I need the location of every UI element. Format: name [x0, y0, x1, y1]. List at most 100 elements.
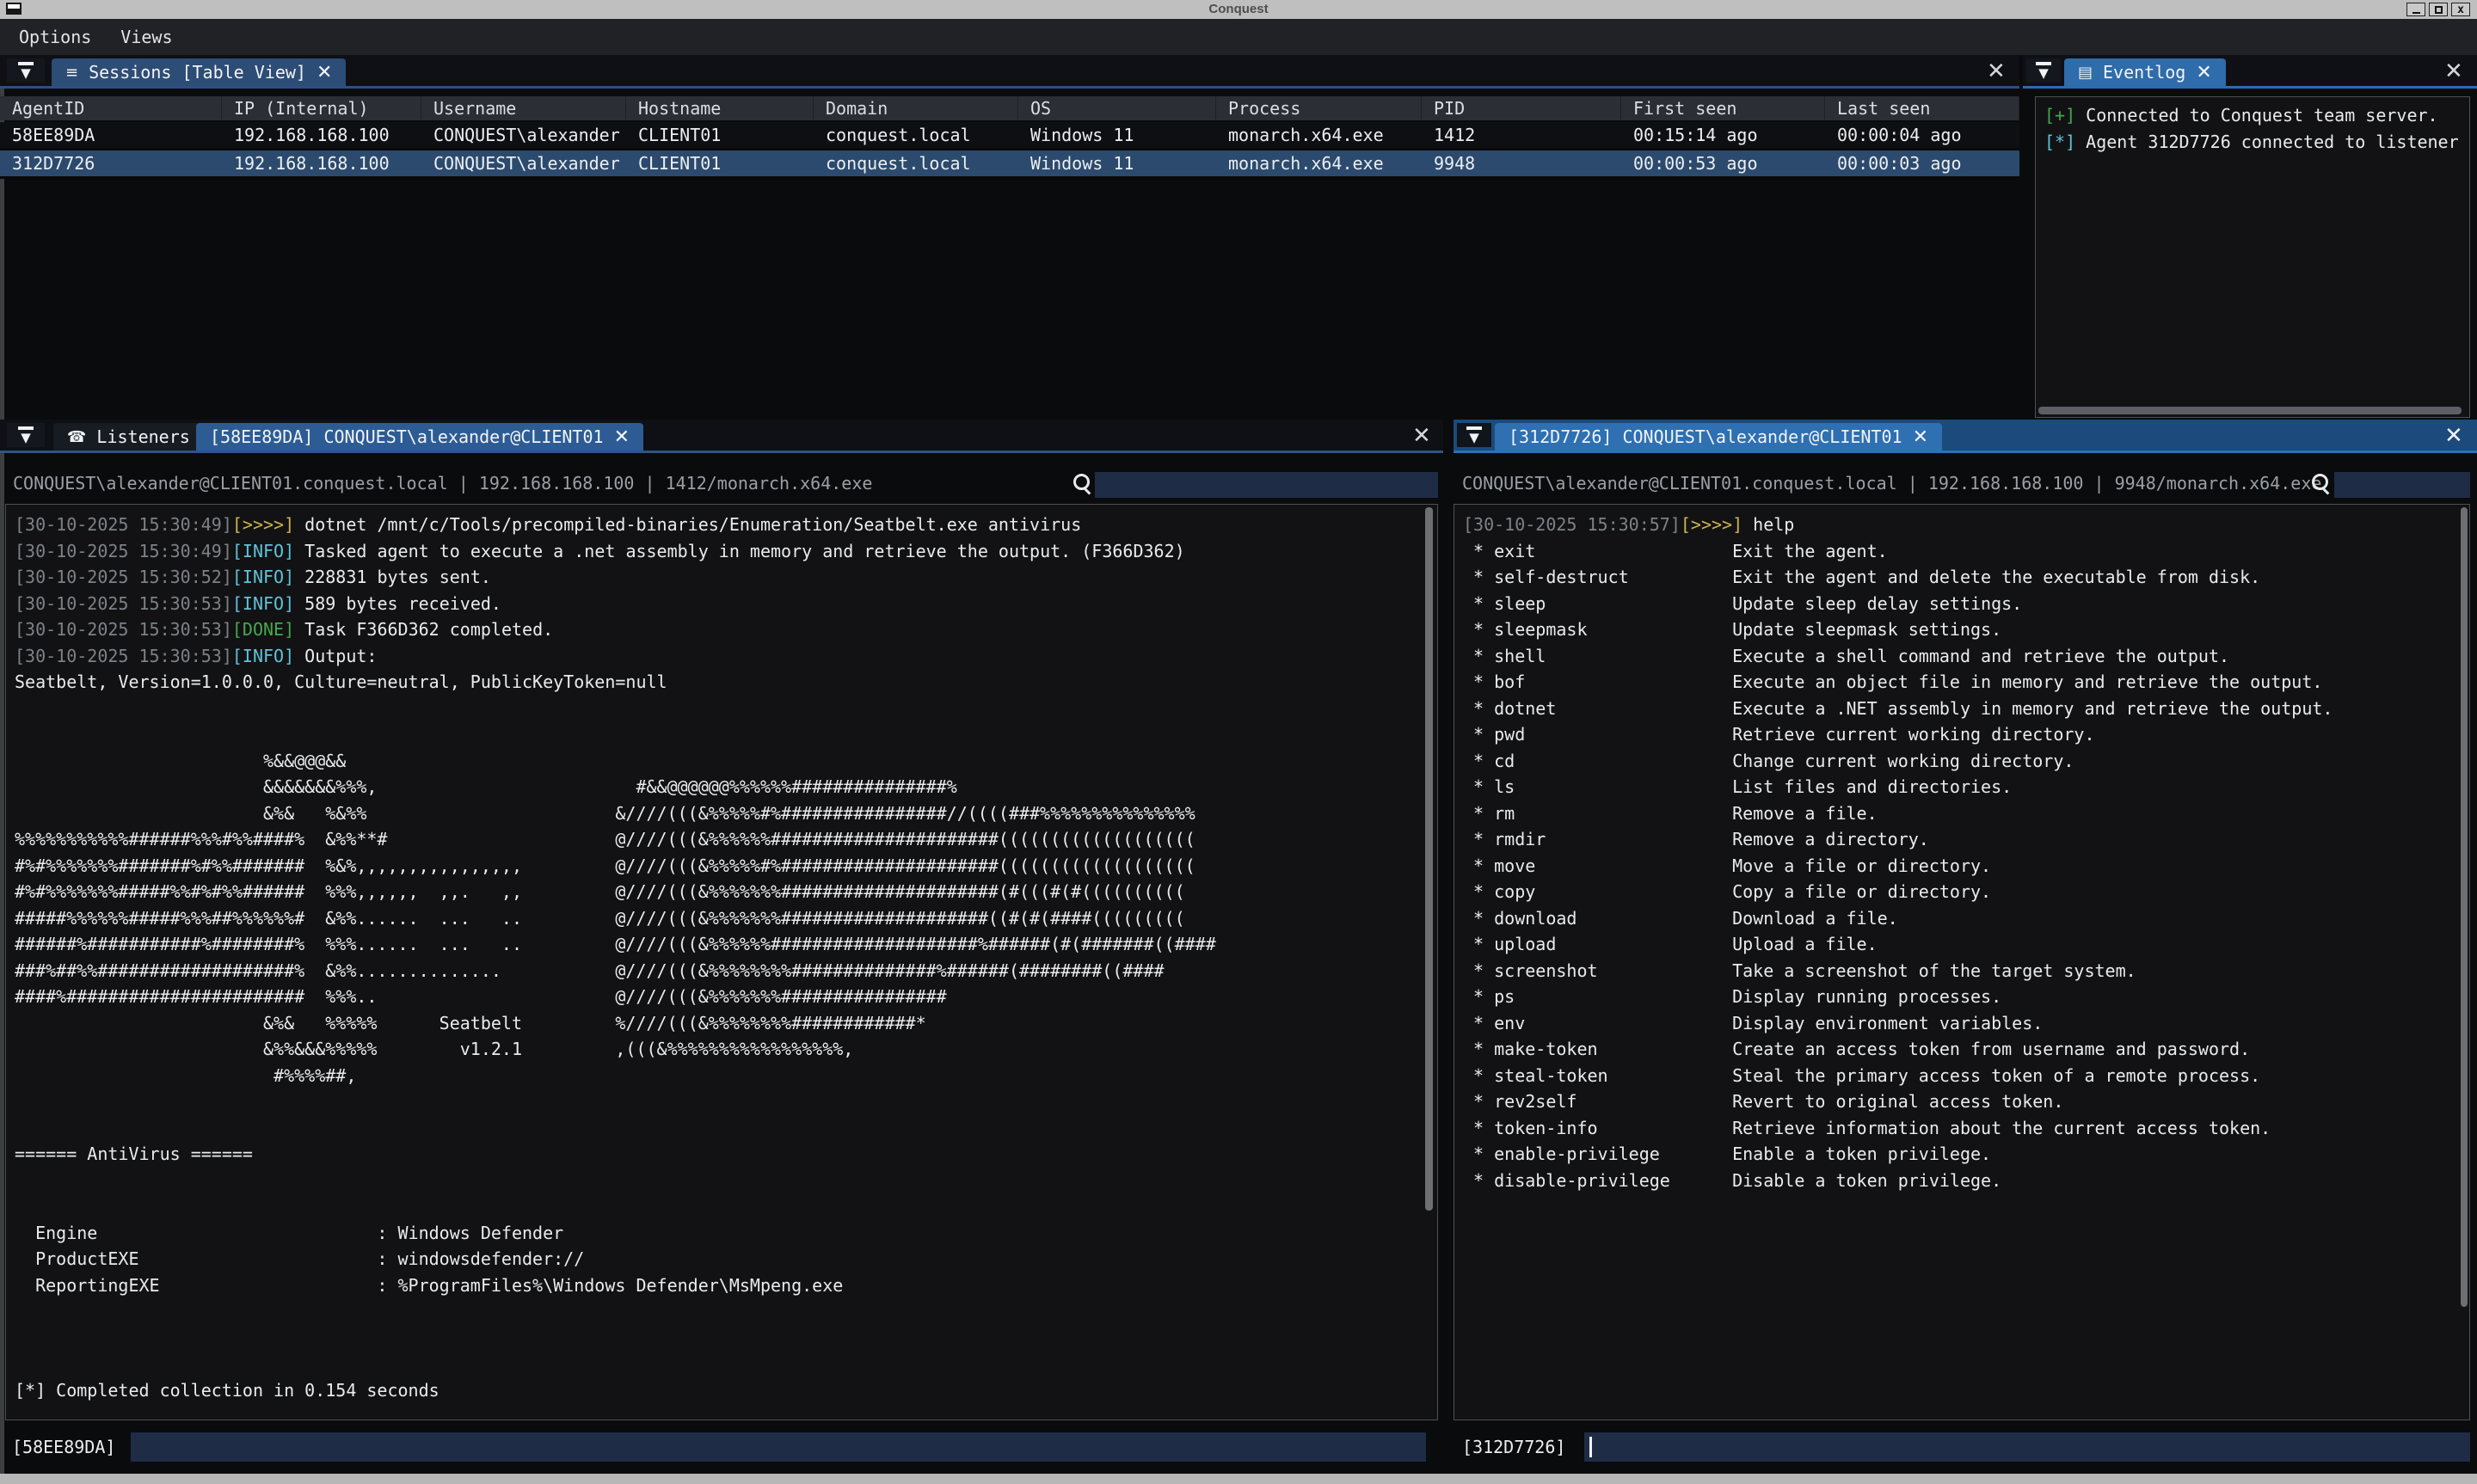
table-cell: 00:00:04 ago: [1825, 122, 2019, 148]
left-console-tab-underline: [0, 451, 1443, 453]
left-console-status: CONQUEST\alexander@CLIENT01.conquest.loc…: [13, 469, 872, 497]
log-tag: [INFO]: [232, 567, 294, 587]
left-command-input[interactable]: [131, 1432, 1426, 1462]
left-console-collapse-button[interactable]: ▼: [7, 423, 45, 447]
table-cell: 00:00:03 ago: [1825, 150, 2019, 176]
help-line: * shell Execute a shell command and retr…: [1463, 643, 2449, 670]
console-line: [15, 721, 1417, 748]
tab-agent-58EE89DA[interactable]: [58EE89DA] CONQUEST\alexander@CLIENT01 ✕: [196, 423, 643, 451]
help-line: * ls List files and directories.: [1463, 774, 2449, 800]
help-line: * pwd Retrieve current working directory…: [1463, 721, 2449, 748]
tab-close-icon[interactable]: ✕: [2196, 62, 2211, 83]
help-line: * rmdir Remove a directory.: [1463, 826, 2449, 853]
help-line: * exit Exit the agent.: [1463, 538, 2449, 565]
left-console-scrollbar[interactable]: [1425, 507, 1433, 1211]
table-cell: conquest.local: [814, 150, 1018, 176]
search-icon: [2312, 474, 2328, 490]
chevron-down-icon: ▼: [21, 67, 31, 79]
eventlog-horizontal-scrollbar[interactable]: [2038, 407, 2462, 414]
tab-listeners[interactable]: ☎ Listeners: [53, 423, 204, 451]
search-icon: [1073, 474, 1090, 490]
help-line: * enable-privilege Enable a token privil…: [1463, 1141, 2449, 1168]
help-line: * rm Remove a file.: [1463, 800, 2449, 827]
table-header-cell[interactable]: AgentID: [0, 96, 222, 120]
tab-agent-label: [312D7726] CONQUEST\alexander@CLIENT01: [1509, 426, 1902, 447]
console-line: #####%%%%%%#####%%%##%%%%%%# &%%...... .…: [15, 905, 1417, 932]
console-line: #%#%%%%%%%#####%%#%#%%###### %%%,,,,,, ,…: [15, 879, 1417, 905]
eventlog-tab-underline: [2023, 86, 2477, 89]
bottom-window-edge: [0, 1474, 2477, 1484]
right-console-panel-close-icon[interactable]: ✕: [2444, 425, 2463, 447]
tab-close-icon[interactable]: ✕: [614, 426, 630, 448]
table-cell: 312D7726: [0, 150, 222, 176]
console-line: [30-10-2025 15:30:53][DONE] Task F366D36…: [15, 616, 1417, 643]
table-header-cell[interactable]: Username: [421, 96, 626, 120]
table-header-cell[interactable]: PID: [1422, 96, 1621, 120]
status-badge: [*]: [2044, 132, 2075, 152]
phone-icon: ☎: [67, 428, 86, 446]
table-header-cell[interactable]: Last seen: [1825, 96, 2019, 120]
help-line: * rev2self Revert to original access tok…: [1463, 1088, 2449, 1115]
log-message: help: [1743, 514, 1794, 535]
console-line: &%& %&%% &////(((&%%%%%#%###############…: [15, 800, 1417, 827]
tab-agent-312D7726[interactable]: [312D7726] CONQUEST\alexander@CLIENT01 ✕: [1495, 423, 1942, 451]
console-line: [15, 1193, 1417, 1220]
sessions-table: 58EE89DA192.168.168.100CONQUEST\alexande…: [0, 122, 2019, 179]
right-console-collapse-button[interactable]: ▼: [1457, 423, 1491, 447]
left-console-search-input[interactable]: [1095, 472, 1438, 498]
table-row[interactable]: 312D7726192.168.168.100CONQUEST\alexande…: [0, 150, 2019, 179]
right-console-output[interactable]: [30-10-2025 15:30:57][>>>>] help * exit …: [1454, 504, 2470, 1420]
left-console-panel-close-icon[interactable]: ✕: [1412, 425, 1431, 447]
tab-close-icon[interactable]: ✕: [1913, 426, 1928, 448]
table-cell: monarch.x64.exe: [1216, 122, 1422, 148]
menu-item-options[interactable]: Options: [19, 27, 91, 47]
right-console-search-input[interactable]: [2334, 472, 2470, 498]
table-cell: 58EE89DA: [0, 122, 222, 148]
menu-item-views[interactable]: Views: [120, 27, 172, 47]
tab-agent-label: [58EE89DA] CONQUEST\alexander@CLIENT01: [210, 426, 604, 447]
tab-eventlog[interactable]: ▤ Eventlog ✕: [2064, 58, 2226, 86]
log-message: Output:: [294, 646, 377, 666]
table-cell: 00:00:53 ago: [1621, 150, 1825, 176]
help-line: * cd Change current working directory.: [1463, 748, 2449, 775]
console-line: &%& %%%%% Seatbelt %////(((&%%%%%%%%####…: [15, 1010, 1417, 1037]
console-line: [15, 1298, 1417, 1325]
left-console-output[interactable]: [30-10-2025 15:30:49][>>>>] dotnet /mnt/…: [5, 504, 1438, 1420]
sessions-collapse-button[interactable]: ▼: [7, 58, 45, 83]
status-badge: [+]: [2044, 105, 2075, 126]
tab-listeners-label: Listeners: [96, 426, 189, 447]
table-cell: monarch.x64.exe: [1216, 150, 1422, 176]
right-command-input[interactable]: [1584, 1432, 2470, 1462]
table-cell: 9948: [1422, 150, 1621, 176]
console-line: [15, 1088, 1417, 1115]
sessions-table-header: AgentIDIP (Internal)UsernameHostnameDoma…: [0, 96, 2019, 120]
table-header-cell[interactable]: IP (Internal): [222, 96, 421, 120]
eventlog-line: [+] Connected to Conquest team server.: [2036, 102, 2469, 129]
console-line: &&&&&&&%%%, #&&@@@@@@%%%%%%#############…: [15, 774, 1417, 800]
console-line: [15, 1115, 1417, 1142]
help-line: * sleep Update sleep delay settings.: [1463, 591, 2449, 617]
eventlog-panel-close-icon[interactable]: ✕: [2444, 60, 2463, 83]
minimize-button[interactable]: [2406, 3, 2425, 16]
close-button[interactable]: x: [2451, 3, 2470, 16]
sessions-panel-close-icon[interactable]: ✕: [1987, 60, 2006, 83]
log-timestamp: [30-10-2025 15:30:52]: [15, 567, 232, 587]
table-header-cell[interactable]: Process: [1216, 96, 1422, 120]
console-line: #%#%%%%%%%#######%#%%####### %&%,,,,,,,,…: [15, 853, 1417, 880]
console-line: [30-10-2025 15:30:53][INFO] 589 bytes re…: [15, 591, 1417, 617]
table-row[interactable]: 58EE89DA192.168.168.100CONQUEST\alexande…: [0, 122, 2019, 150]
log-timestamp: [30-10-2025 15:30:49]: [15, 541, 232, 561]
table-header-cell[interactable]: Domain: [814, 96, 1018, 120]
tab-sessions[interactable]: ≡ Sessions [Table View] ✕: [52, 58, 346, 86]
tab-close-icon[interactable]: ✕: [317, 62, 332, 83]
eventlog-output: [+] Connected to Conquest team server. [*…: [2035, 96, 2470, 418]
maximize-icon: [2435, 6, 2443, 14]
eventlog-collapse-button[interactable]: ▼: [2026, 58, 2061, 83]
maximize-button[interactable]: [2429, 3, 2448, 16]
table-header-cell[interactable]: Hostname: [626, 96, 814, 120]
table-header-cell[interactable]: First seen: [1621, 96, 1825, 120]
right-console-scrollbar[interactable]: [2461, 507, 2468, 1307]
right-console-tab-underline: [1454, 451, 2477, 453]
table-header-cell[interactable]: OS: [1018, 96, 1216, 120]
console-line: %&&@@@&&: [15, 748, 1417, 775]
